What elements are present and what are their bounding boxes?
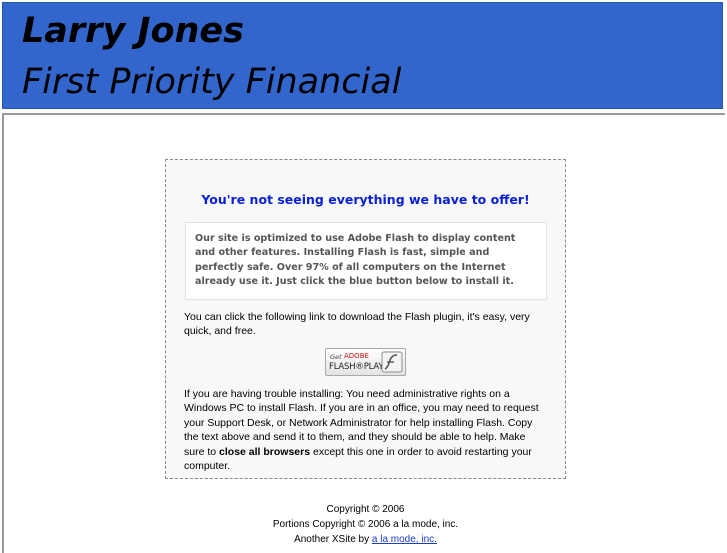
company-name: First Priority Financial [22,62,402,102]
flash-info-text: Our site is optimized to use Adobe Flash… [195,233,516,288]
flash-info-box: Our site is optimized to use Adobe Flash… [185,222,547,300]
footer-portions: Portions Copyright © 2006 a la mode, inc… [272,519,459,530]
flash-button-get: Get [330,353,342,361]
agent-name: Larry Jones [22,11,244,51]
a-la-mode-link[interactable]: a la mode, inc. [372,534,437,545]
flash-notice: You're not seeing everything we have to … [165,159,566,479]
flash-button-adobe: ADOBE [344,352,369,360]
get-flash-player-button[interactable]: Get ADOBE FLASH®PLAYER [325,348,406,376]
trouble-text-bold: close all browsers [219,445,311,458]
download-text: You can click the following link to down… [184,311,530,338]
site-header: Larry Jones First Priority Financial [2,2,723,109]
flash-player-icon [381,351,403,373]
page-footer: Copyright © 2006 Portions Copyright © 20… [165,502,566,547]
footer-copyright: Copyright © 2006 [326,504,405,515]
trouble-installing-text: If you are having trouble installing: Yo… [184,387,546,473]
footer-xsite-prefix: Another XSite by [294,534,372,545]
notice-title: You're not seeing everything we have to … [201,192,530,207]
